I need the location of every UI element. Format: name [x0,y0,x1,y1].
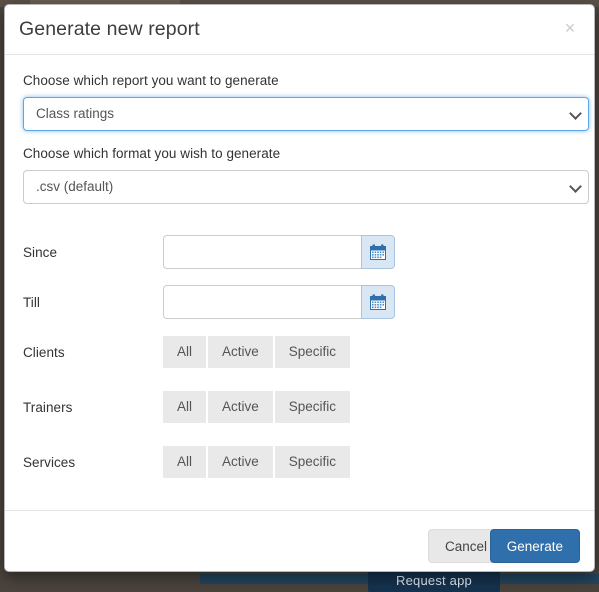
clients-button-group: All Active Specific [163,336,350,368]
format-label: Choose which format you wish to generate [23,146,280,161]
generate-report-modal: Generate new report × Choose which repor… [4,4,595,572]
services-option-specific[interactable]: Specific [275,446,350,478]
background-request-app-button[interactable]: Request app [368,570,500,592]
modal-header: Generate new report × [5,5,594,55]
since-date-group [163,235,330,269]
calendar-icon [370,294,386,310]
trainers-label: Trainers [23,400,72,415]
since-calendar-button[interactable] [361,235,395,269]
since-date-input[interactable] [163,235,361,269]
services-button-group: All Active Specific [163,446,350,478]
services-option-active[interactable]: Active [208,446,275,478]
clients-option-all[interactable]: All [163,336,208,368]
modal-body: Choose which report you want to generate… [5,55,594,511]
calendar-icon [370,244,386,260]
clients-label: Clients [23,345,65,360]
since-label: Since [23,245,57,260]
services-option-all[interactable]: All [163,446,208,478]
till-date-input[interactable] [163,285,361,319]
modal-footer: Cancel Generate [5,510,594,571]
generate-button[interactable]: Generate [490,529,580,563]
close-icon[interactable]: × [560,18,580,38]
page-title: Generate new report [19,18,200,41]
clients-option-active[interactable]: Active [208,336,275,368]
trainers-button-group: All Active Specific [163,391,350,423]
report-type-label: Choose which report you want to generate [23,73,279,88]
till-date-group [163,285,330,319]
services-label: Services [23,455,75,470]
clients-option-specific[interactable]: Specific [275,336,350,368]
trainers-option-specific[interactable]: Specific [275,391,350,423]
format-select[interactable]: .csv (default) [23,170,589,204]
till-label: Till [23,295,40,310]
trainers-option-all[interactable]: All [163,391,208,423]
till-calendar-button[interactable] [361,285,395,319]
report-type-select[interactable]: Class ratings [23,97,589,131]
trainers-option-active[interactable]: Active [208,391,275,423]
